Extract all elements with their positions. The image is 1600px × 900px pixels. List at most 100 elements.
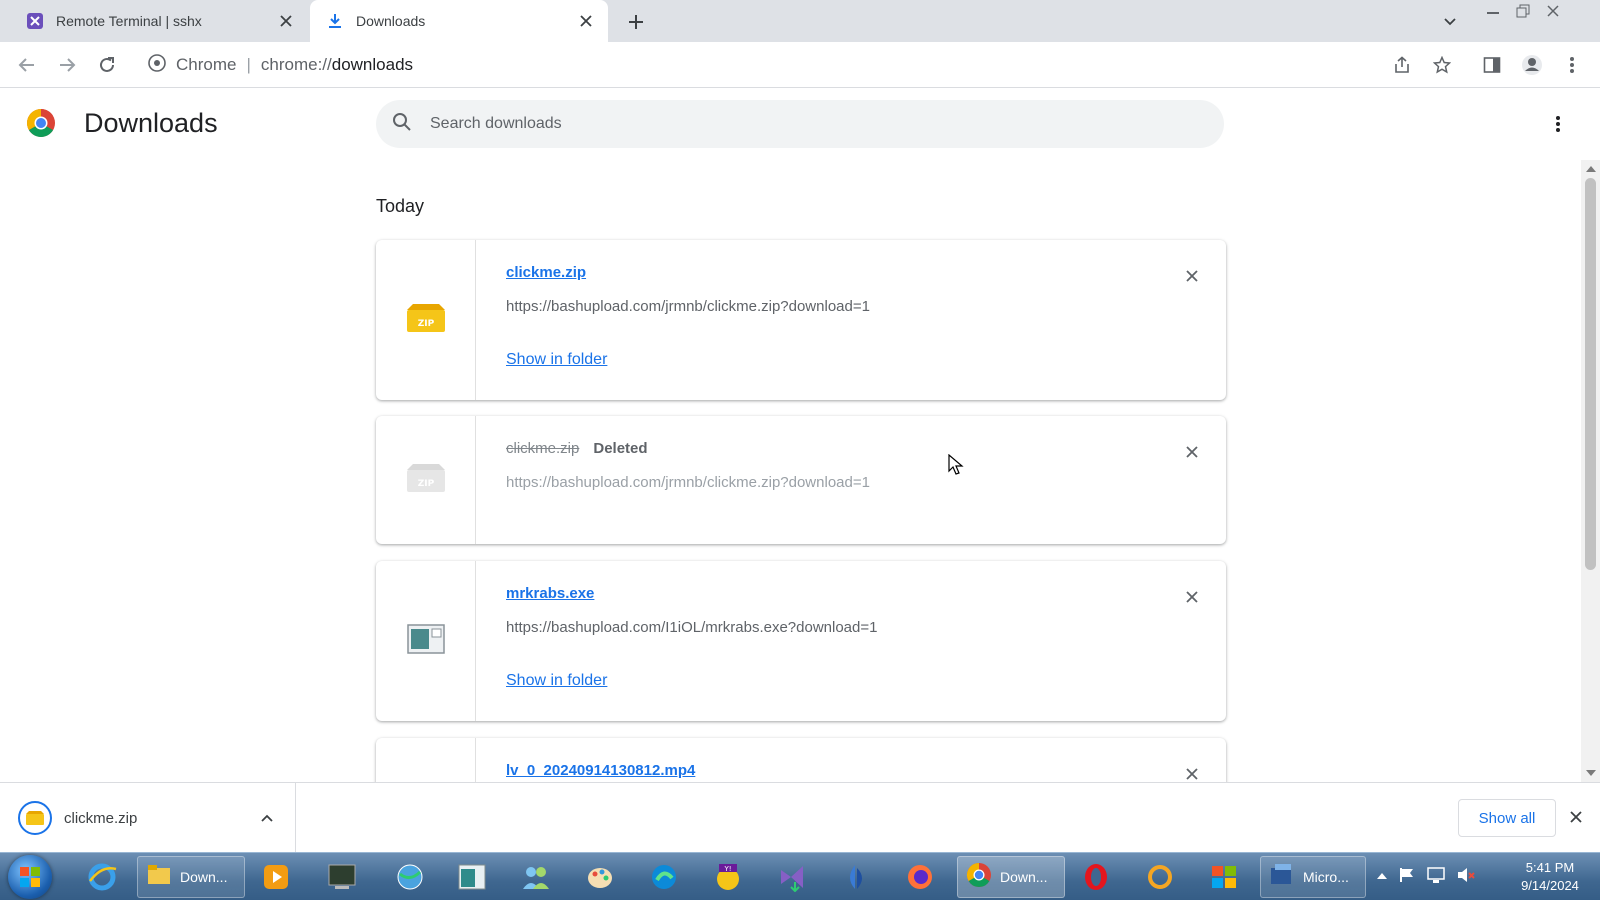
file-name-deleted: clickme.zip <box>506 440 580 457</box>
source-url: https://bashupload.com/jrmnb/clickme.zip… <box>506 474 870 491</box>
clock-time: 5:41 PM <box>1525 860 1575 875</box>
scrollbar-thumb[interactable] <box>1585 178 1596 570</box>
search-input[interactable] <box>430 115 1190 133</box>
file-icon-cell <box>376 561 476 721</box>
users-icon[interactable] <box>516 856 556 898</box>
browser-menu-icon[interactable] <box>1558 51 1586 79</box>
tab-strip: Remote Terminal | sshx Downloads <box>0 0 1600 42</box>
internet-explorer-icon[interactable] <box>80 856 124 898</box>
action-center-flag-icon[interactable] <box>1398 866 1416 889</box>
shelf-file-name: clickme.zip <box>64 809 138 827</box>
side-panel-icon[interactable] <box>1478 51 1506 79</box>
scroll-up-icon[interactable] <box>1586 166 1596 172</box>
visual-studio-icon[interactable] <box>772 856 812 898</box>
taskbar-chrome-downloads[interactable]: Down... <box>957 856 1065 898</box>
chevron-down-icon[interactable] <box>1438 10 1462 34</box>
forward-button[interactable] <box>53 51 81 79</box>
status-label: Deleted <box>593 440 648 457</box>
windows-taskbar: Down... Y! Down... Micro... 5:41 PM 9/14… <box>0 852 1600 900</box>
file-icon-cell: ZIP <box>376 416 476 544</box>
download-item: lv_0_20240914130812.mp4 <box>376 738 1226 782</box>
taskbar-micro-app[interactable]: Micro... <box>1260 856 1366 898</box>
page-title: Downloads <box>84 108 218 138</box>
network-icon[interactable] <box>1426 866 1446 889</box>
profile-avatar-icon[interactable] <box>1518 51 1546 79</box>
file-name-link[interactable]: lv_0_20240914130812.mp4 <box>506 762 695 779</box>
chrome-site-icon <box>148 53 166 77</box>
show-all-button[interactable]: Show all <box>1458 799 1556 837</box>
ring-app-icon[interactable] <box>1140 856 1180 898</box>
exe-icon <box>406 623 445 660</box>
download-shelf: clickme.zip Show all <box>0 782 1600 853</box>
yahoo-messenger-icon[interactable]: Y! <box>708 856 748 898</box>
chevron-up-icon[interactable] <box>255 806 279 830</box>
close-tab-icon[interactable] <box>572 7 600 35</box>
file-icon-cell <box>376 738 476 782</box>
address-bar[interactable]: Chrome | chrome://downloads <box>136 46 1472 84</box>
show-in-folder-link[interactable]: Show in folder <box>506 351 607 369</box>
system-clock[interactable]: 5:41 PM 9/14/2024 <box>1508 859 1592 895</box>
sail-app-icon[interactable] <box>836 856 876 898</box>
remove-download-icon[interactable] <box>1180 440 1204 464</box>
shelf-download-item[interactable]: clickme.zip <box>0 783 296 853</box>
zip-icon: ZIP <box>405 462 447 499</box>
opera-icon[interactable] <box>1076 856 1116 898</box>
scroll-down-icon[interactable] <box>1586 770 1596 776</box>
file-name-link[interactable]: clickme.zip <box>506 264 586 281</box>
back-button[interactable] <box>13 51 41 79</box>
remove-download-icon[interactable] <box>1180 762 1204 782</box>
new-tab-button[interactable] <box>622 8 650 36</box>
source-url: https://bashupload.com/jrmnb/clickme.zip… <box>506 298 870 315</box>
remove-download-icon[interactable] <box>1180 264 1204 288</box>
app-icon <box>1269 862 1295 893</box>
taskbar-item-label: Down... <box>1000 869 1048 885</box>
close-window-icon[interactable] <box>1538 0 1568 22</box>
close-tab-icon[interactable] <box>272 7 300 35</box>
source-url: https://bashupload.com/I1iOL/mrkrabs.exe… <box>506 619 878 636</box>
media-player-icon[interactable] <box>258 856 294 898</box>
clock-date: 9/14/2024 <box>1521 878 1579 893</box>
taskbar-explorer-downloads[interactable]: Down... <box>137 856 245 898</box>
show-in-folder-link[interactable]: Show in folder <box>506 672 607 690</box>
volume-muted-icon[interactable] <box>1456 866 1476 889</box>
search-icon <box>392 112 412 137</box>
page-scrollbar[interactable] <box>1581 160 1600 782</box>
start-button[interactable] <box>8 855 52 899</box>
terminal-icon[interactable] <box>322 856 362 898</box>
tab-downloads[interactable]: Downloads <box>310 0 608 42</box>
firefox-icon[interactable] <box>900 856 940 898</box>
search-box[interactable] <box>376 100 1224 148</box>
file-name-link[interactable]: mrkrabs.exe <box>506 585 594 602</box>
date-section-heading: Today <box>376 196 425 216</box>
tab-remote-terminal[interactable]: Remote Terminal | sshx <box>12 0 308 42</box>
sshx-icon <box>26 12 44 30</box>
system-tray <box>1376 853 1486 900</box>
url-text: chrome://downloads <box>260 55 414 74</box>
file-icon-cell: ZIP <box>376 240 476 400</box>
minimize-icon[interactable] <box>1478 0 1508 22</box>
window-app-icon[interactable] <box>452 856 492 898</box>
paint-icon[interactable] <box>580 856 620 898</box>
restore-icon[interactable] <box>1508 0 1538 22</box>
remove-download-icon[interactable] <box>1180 585 1204 609</box>
download-icon <box>326 12 344 30</box>
download-item: ZIP clickme.zip https://bashupload.com/j… <box>376 240 1226 400</box>
downloads-list: Today ZIP clickme.zip https://bashupload… <box>0 160 1600 782</box>
svg-text:Y!: Y! <box>723 865 731 873</box>
chrome-logo-icon <box>26 108 56 138</box>
tray-expand-icon[interactable] <box>1376 868 1388 886</box>
download-item: mrkrabs.exe https://bashupload.com/I1iOL… <box>376 561 1226 721</box>
taskbar-item-label: Down... <box>180 869 228 885</box>
browser-toolbar: Chrome | chrome://downloads <box>0 42 1600 88</box>
globe-icon[interactable] <box>390 856 430 898</box>
download-details: clickme.zip https://bashupload.com/jrmnb… <box>506 264 1166 369</box>
site-label: Chrome <box>176 55 237 74</box>
bookmark-star-icon[interactable] <box>1428 51 1456 79</box>
close-shelf-icon[interactable] <box>1564 805 1588 829</box>
more-options-icon[interactable] <box>1546 112 1570 136</box>
share-icon[interactable] <box>1388 51 1416 79</box>
windows-flag-icon[interactable] <box>1204 856 1244 898</box>
reload-button[interactable] <box>93 51 121 79</box>
download-details: clickme.zip Deleted https://bashupload.co… <box>506 440 1166 491</box>
edge-icon[interactable] <box>644 856 684 898</box>
